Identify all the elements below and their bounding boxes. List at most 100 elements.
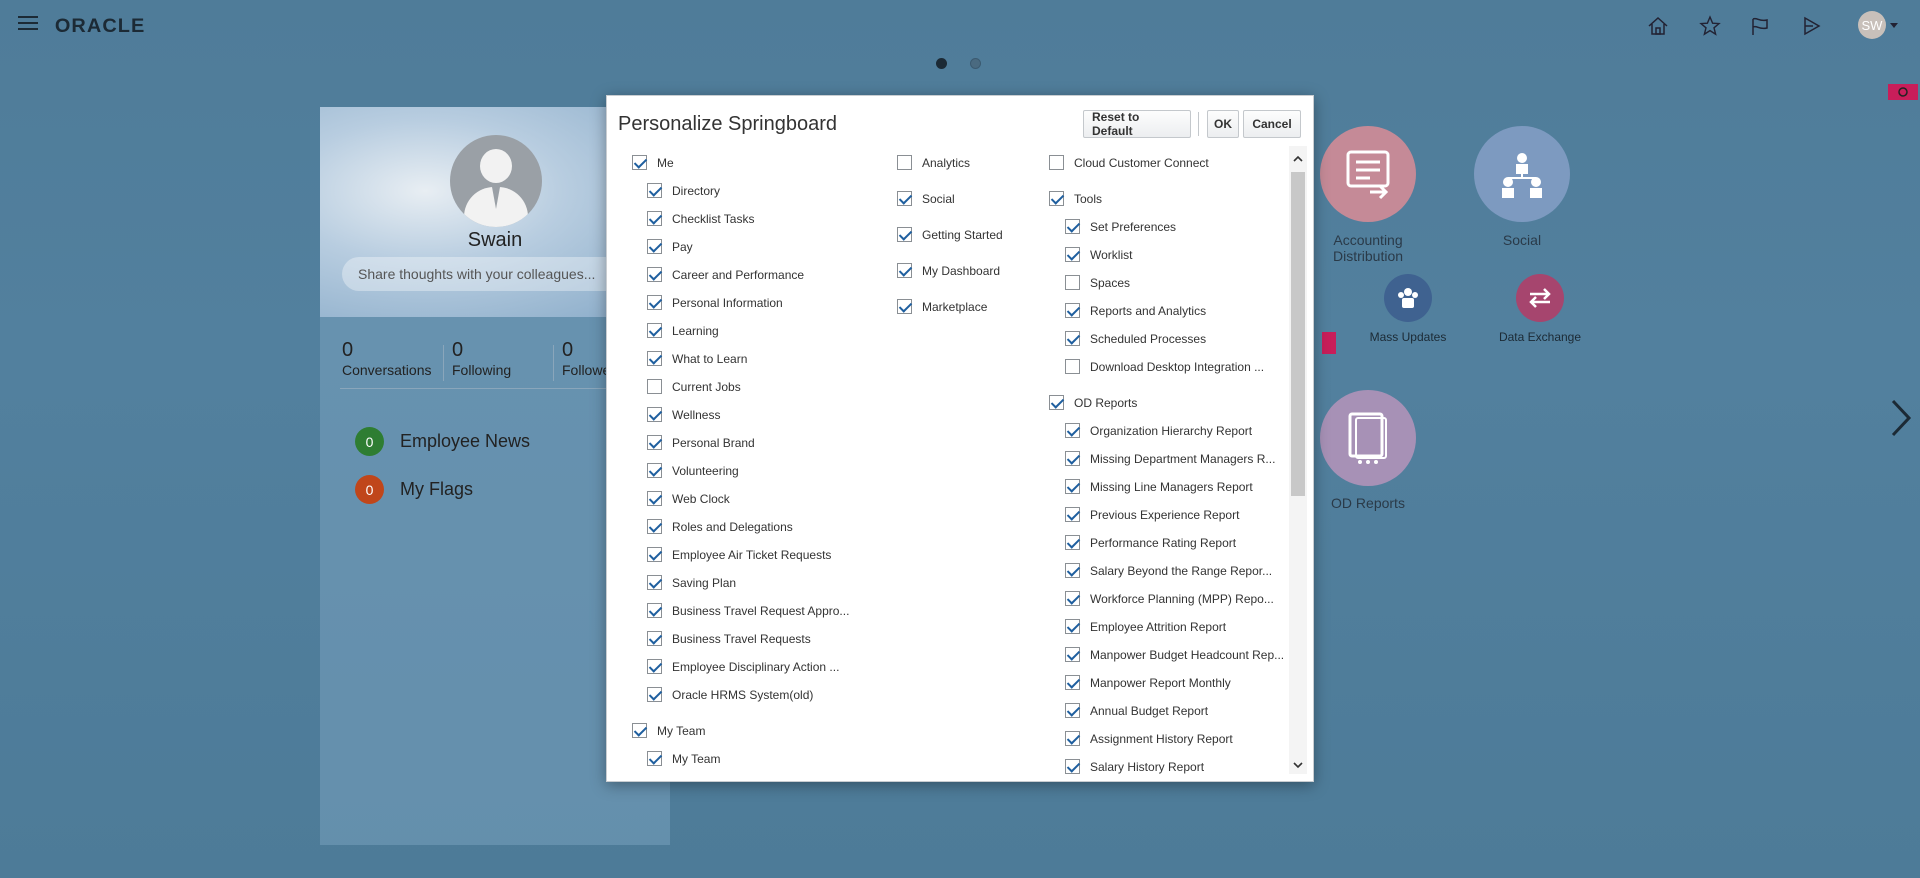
springboard-item[interactable]: Pay (647, 239, 693, 254)
springboard-item[interactable]: Workforce Planning (MPP) Repo... (1065, 591, 1274, 606)
springboard-item[interactable]: Personal Brand (647, 435, 755, 450)
checkbox-checked[interactable] (897, 227, 912, 242)
checkbox-unchecked[interactable] (647, 379, 662, 394)
mass-updates-tile[interactable] (1384, 274, 1432, 322)
checkbox-checked[interactable] (1065, 647, 1080, 662)
springboard-item[interactable]: Tools (1049, 191, 1102, 206)
watchlist-flag-icon[interactable] (1748, 14, 1772, 38)
oracle-logo[interactable]: ORACLE (55, 16, 146, 38)
checkbox-checked[interactable] (1065, 703, 1080, 718)
springboard-item[interactable]: Career and Performance (647, 267, 804, 282)
checkbox-checked[interactable] (647, 435, 662, 450)
springboard-item[interactable]: Cloud Customer Connect (1049, 155, 1209, 170)
ok-button[interactable]: OK (1207, 110, 1239, 138)
checkbox-checked[interactable] (1065, 479, 1080, 494)
checkbox-checked[interactable] (1049, 191, 1064, 206)
checkbox-checked[interactable] (1065, 423, 1080, 438)
checkbox-checked[interactable] (1065, 331, 1080, 346)
checkbox-checked[interactable] (1065, 535, 1080, 550)
springboard-item[interactable]: Business Travel Requests (647, 631, 811, 646)
springboard-item[interactable]: Personal Information (647, 295, 783, 310)
checkbox-checked[interactable] (647, 295, 662, 310)
springboard-item[interactable]: My Team (647, 751, 720, 766)
springboard-item[interactable]: Performance Rating Report (1065, 535, 1236, 550)
reset-to-default-button[interactable]: Reset to Default (1083, 110, 1191, 138)
springboard-item[interactable]: Oracle HRMS System(old) (647, 687, 813, 702)
stat-followers[interactable]: 0 Followe (562, 339, 610, 378)
checkbox-checked[interactable] (1065, 219, 1080, 234)
checkbox-unchecked[interactable] (897, 155, 912, 170)
stat-conversations[interactable]: 0 Conversations (342, 339, 432, 378)
springboard-item[interactable]: Previous Experience Report (1065, 507, 1239, 522)
checkbox-checked[interactable] (1065, 731, 1080, 746)
springboard-item[interactable]: My Team (632, 723, 705, 738)
checkbox-checked[interactable] (647, 323, 662, 338)
springboard-item[interactable]: Saving Plan (647, 575, 736, 590)
springboard-item[interactable]: Roles and Delegations (647, 519, 793, 534)
springboard-item[interactable]: Wellness (647, 407, 720, 422)
checkbox-checked[interactable] (647, 463, 662, 478)
springboard-item[interactable]: Download Desktop Integration ... (1065, 359, 1264, 374)
checkbox-checked[interactable] (647, 491, 662, 506)
data-exchange-tile[interactable] (1516, 274, 1564, 322)
springboard-item[interactable]: Getting Started (897, 227, 1003, 242)
springboard-item[interactable]: Organization Hierarchy Report (1065, 423, 1252, 438)
accounting-distribution-tile[interactable] (1320, 126, 1416, 222)
checkbox-checked[interactable] (647, 407, 662, 422)
springboard-item[interactable]: Scheduled Processes (1065, 331, 1206, 346)
checkbox-checked[interactable] (897, 263, 912, 278)
springboard-item[interactable]: OD Reports (1049, 395, 1137, 410)
checkbox-checked[interactable] (647, 751, 662, 766)
checkbox-checked[interactable] (647, 351, 662, 366)
springboard-item[interactable]: Current Jobs (647, 379, 741, 394)
od-reports-tile[interactable] (1320, 390, 1416, 486)
springboard-item[interactable]: Spaces (1065, 275, 1130, 290)
scroll-thumb[interactable] (1291, 172, 1305, 496)
checkbox-checked[interactable] (1065, 507, 1080, 522)
checkbox-checked[interactable] (632, 155, 647, 170)
springboard-item[interactable]: Volunteering (647, 463, 739, 478)
checkbox-checked[interactable] (1065, 675, 1080, 690)
springboard-item[interactable]: Annual Budget Report (1065, 703, 1208, 718)
next-page-arrow-icon[interactable] (1890, 398, 1912, 438)
cancel-button[interactable]: Cancel (1243, 110, 1301, 138)
springboard-item[interactable]: Directory (647, 183, 720, 198)
checkbox-checked[interactable] (1065, 591, 1080, 606)
settings-flag[interactable] (1888, 84, 1918, 100)
checkbox-checked[interactable] (647, 183, 662, 198)
checkbox-checked[interactable] (647, 575, 662, 590)
springboard-item[interactable]: Me (632, 155, 674, 170)
checkbox-checked[interactable] (647, 239, 662, 254)
favorites-star-icon[interactable] (1698, 14, 1722, 38)
checkbox-checked[interactable] (1065, 563, 1080, 578)
springboard-item[interactable]: Marketplace (897, 299, 987, 314)
checkbox-checked[interactable] (647, 603, 662, 618)
home-icon[interactable] (1646, 14, 1670, 38)
dialog-scrollbar[interactable] (1289, 146, 1307, 774)
springboard-item[interactable]: Checklist Tasks (647, 211, 754, 226)
social-tile[interactable] (1474, 126, 1570, 222)
checkbox-checked[interactable] (1065, 619, 1080, 634)
springboard-item[interactable]: Salary Beyond the Range Repor... (1065, 563, 1272, 578)
springboard-item[interactable]: Missing Line Managers Report (1065, 479, 1253, 494)
springboard-item[interactable]: Learning (647, 323, 719, 338)
springboard-item[interactable]: Manpower Report Monthly (1065, 675, 1231, 690)
springboard-item[interactable]: My Dashboard (897, 263, 1000, 278)
checkbox-checked[interactable] (1065, 759, 1080, 774)
checkbox-unchecked[interactable] (1065, 275, 1080, 290)
page-indicator-1[interactable] (936, 58, 947, 69)
checkbox-checked[interactable] (647, 687, 662, 702)
profile-avatar[interactable] (450, 135, 542, 227)
scroll-down-icon[interactable] (1292, 758, 1304, 770)
checkbox-checked[interactable] (1065, 451, 1080, 466)
springboard-item[interactable]: Employee Disciplinary Action ... (647, 659, 839, 674)
scroll-up-icon[interactable] (1292, 152, 1304, 164)
checkbox-checked[interactable] (647, 547, 662, 562)
checkbox-checked[interactable] (897, 299, 912, 314)
navigator-menu-icon[interactable] (18, 16, 38, 32)
notifications-icon[interactable] (1800, 14, 1824, 38)
checkbox-checked[interactable] (647, 659, 662, 674)
checkbox-checked[interactable] (897, 191, 912, 206)
springboard-item[interactable]: Manpower Budget Headcount Rep... (1065, 647, 1284, 662)
checkbox-checked[interactable] (647, 267, 662, 282)
